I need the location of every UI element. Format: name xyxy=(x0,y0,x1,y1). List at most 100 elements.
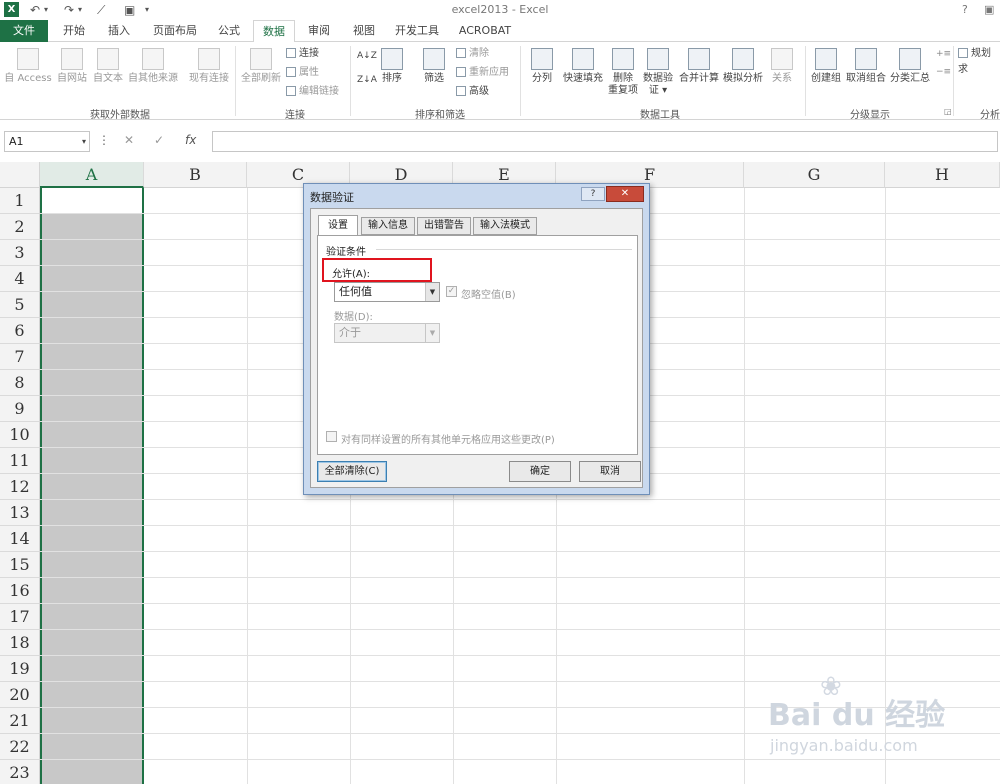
row-header-20[interactable]: 20 xyxy=(0,682,40,708)
dialog-tab-error-alert[interactable]: 出错警告 xyxy=(417,217,471,235)
dialog-close-button[interactable]: ✕ xyxy=(606,186,644,202)
insert-function-icon[interactable]: fx xyxy=(185,131,196,152)
row-header-11[interactable]: 11 xyxy=(0,448,40,474)
tab-data[interactable]: 数据 xyxy=(253,20,295,43)
cancel-icon[interactable]: ✕ xyxy=(124,131,134,152)
selected-column-a[interactable] xyxy=(40,188,144,784)
allow-select[interactable]: 任何值 ▼ xyxy=(334,282,440,302)
consolidate-button[interactable]: 合并计算 xyxy=(677,48,721,85)
formula-bar-splitter-icon[interactable]: ⋮ xyxy=(98,131,110,152)
ok-button[interactable]: 确定 xyxy=(509,461,571,482)
dialog-help-button[interactable]: ? xyxy=(581,187,605,201)
apply-to-all-checkbox[interactable] xyxy=(326,431,337,442)
tab-acrobat[interactable]: ACROBAT xyxy=(450,20,520,42)
grid-line xyxy=(744,188,745,784)
dialog-tab-input-message[interactable]: 输入信息 xyxy=(361,217,415,235)
row-header-16[interactable]: 16 xyxy=(0,578,40,604)
refresh-all-button[interactable]: 全部刷新 xyxy=(238,48,284,85)
outline-dialog-launcher-icon[interactable]: ◲ xyxy=(944,104,952,120)
column-header-b[interactable]: B xyxy=(144,162,247,188)
column-header-g[interactable]: G xyxy=(744,162,885,188)
row-header-22[interactable]: 22 xyxy=(0,734,40,760)
group-button[interactable]: 创建组 xyxy=(808,48,844,85)
properties-icon xyxy=(286,67,296,77)
row-header-10[interactable]: 10 xyxy=(0,422,40,448)
row-header-2[interactable]: 2 xyxy=(0,214,40,240)
row-header-9[interactable]: 9 xyxy=(0,396,40,422)
existing-connections-button[interactable]: 现有连接 xyxy=(186,48,232,85)
tab-view[interactable]: 视图 xyxy=(343,20,385,42)
select-all-corner[interactable] xyxy=(0,162,40,188)
row-header-3[interactable]: 3 xyxy=(0,240,40,266)
active-cell-a1[interactable] xyxy=(42,188,142,214)
row-header-23[interactable]: 23 xyxy=(0,760,40,784)
text-to-columns-button[interactable]: 分列 xyxy=(526,48,558,85)
row-header-1[interactable]: 1 xyxy=(0,188,40,214)
row-header-19[interactable]: 19 xyxy=(0,656,40,682)
row-header-7[interactable]: 7 xyxy=(0,344,40,370)
formula-input[interactable] xyxy=(212,131,998,152)
allow-dropdown-icon[interactable]: ▼ xyxy=(425,283,439,301)
flash-fill-button[interactable]: 快速填充 xyxy=(561,48,605,85)
tab-review[interactable]: 审阅 xyxy=(298,20,340,42)
row-header-8[interactable]: 8 xyxy=(0,370,40,396)
sort-button[interactable]: 排序 xyxy=(378,48,406,85)
row-header-5[interactable]: 5 xyxy=(0,292,40,318)
clear-filter-button[interactable]: 清除 xyxy=(456,46,489,62)
tab-developer[interactable]: 开发工具 xyxy=(388,20,446,42)
sort-z-to-a-button[interactable]: Z↓A xyxy=(357,72,377,88)
row-header-12[interactable]: 12 xyxy=(0,474,40,500)
column-header-a[interactable]: A xyxy=(40,162,144,188)
ignore-blank-checkbox[interactable]: ✓ xyxy=(446,286,457,297)
dialog-body: 设置 输入信息 出错警告 输入法模式 验证条件 允许(A): 任何值 ▼ ✓ 忽略… xyxy=(310,208,643,488)
tab-home[interactable]: 开始 xyxy=(53,20,95,42)
data-dropdown-icon[interactable]: ▼ xyxy=(425,324,439,342)
dialog-tab-ime-mode[interactable]: 输入法模式 xyxy=(473,217,537,235)
row-header-14[interactable]: 14 xyxy=(0,526,40,552)
text-file-icon xyxy=(97,48,119,70)
filter-button[interactable]: 筛选 xyxy=(418,48,450,85)
solver-button[interactable]: 规划求 xyxy=(958,46,1000,75)
tab-page-layout[interactable]: 页面布局 xyxy=(144,20,206,42)
help-button[interactable]: ? xyxy=(962,3,968,16)
edit-links-button[interactable]: 编辑链接 xyxy=(286,84,339,100)
sort-a-to-z-button[interactable]: A↓Z xyxy=(357,48,377,64)
from-access-button[interactable]: 自 Access xyxy=(4,48,52,85)
ribbon-display-options-icon[interactable]: ▣ xyxy=(984,3,994,16)
web-icon xyxy=(61,48,83,70)
remove-duplicates-button[interactable]: 删除 重复项 xyxy=(606,48,640,97)
from-other-sources-button[interactable]: 自其他来源 xyxy=(126,48,180,85)
ungroup-button[interactable]: 取消组合 xyxy=(845,48,887,85)
name-box-dropdown-icon[interactable]: ▾ xyxy=(82,132,86,151)
dialog-tab-settings[interactable]: 设置 xyxy=(318,215,358,236)
properties-button[interactable]: 属性 xyxy=(286,65,319,81)
relationships-button[interactable]: 关系 xyxy=(767,48,797,85)
reapply-button[interactable]: 重新应用 xyxy=(456,65,509,81)
data-select[interactable]: 介于 ▼ xyxy=(334,323,440,343)
connections-button[interactable]: 连接 xyxy=(286,46,319,62)
what-if-analysis-button[interactable]: 模拟分析 xyxy=(721,48,765,85)
tab-insert[interactable]: 插入 xyxy=(98,20,140,42)
apply-to-all-label: 对有同样设置的所有其他单元格应用这些更改(P) xyxy=(341,435,555,446)
column-header-h[interactable]: H xyxy=(885,162,1000,188)
row-header-18[interactable]: 18 xyxy=(0,630,40,656)
from-text-button[interactable]: 自文本 xyxy=(91,48,125,85)
clear-all-button[interactable]: 全部清除(C) xyxy=(317,461,387,482)
from-web-button[interactable]: 自网站 xyxy=(55,48,89,85)
hide-detail-icon[interactable]: −≡ xyxy=(936,64,951,80)
cancel-button[interactable]: 取消 xyxy=(579,461,641,482)
advanced-filter-button[interactable]: 高级 xyxy=(456,84,489,100)
name-box[interactable]: A1 ▾ xyxy=(4,131,90,152)
data-validation-button[interactable]: 数据验 证 ▾ xyxy=(640,48,676,97)
tab-formulas[interactable]: 公式 xyxy=(208,20,250,42)
tab-file[interactable]: 文件 xyxy=(0,20,48,42)
row-header-15[interactable]: 15 xyxy=(0,552,40,578)
row-header-21[interactable]: 21 xyxy=(0,708,40,734)
row-header-4[interactable]: 4 xyxy=(0,266,40,292)
row-header-13[interactable]: 13 xyxy=(0,500,40,526)
row-header-6[interactable]: 6 xyxy=(0,318,40,344)
subtotal-button[interactable]: 分类汇总 xyxy=(888,48,932,85)
show-detail-icon[interactable]: +≡ xyxy=(936,46,951,62)
row-header-17[interactable]: 17 xyxy=(0,604,40,630)
enter-icon[interactable]: ✓ xyxy=(154,131,164,152)
